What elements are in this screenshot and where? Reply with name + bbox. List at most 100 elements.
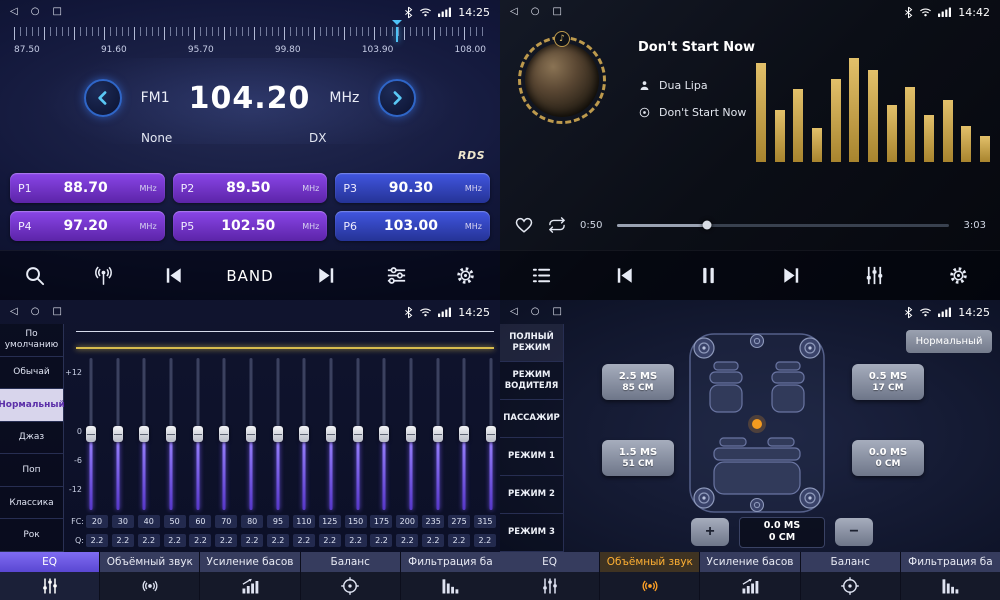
tab-surround[interactable]: Объёмный звук	[100, 552, 200, 600]
eq-preset-item-0[interactable]: По умолчанию	[0, 324, 63, 357]
eq-preset-item-2[interactable]: Нормальный	[0, 389, 63, 422]
slider-handle[interactable]	[326, 426, 336, 442]
frequency-ruler[interactable]: 87.5091.6095.7099.80103.90108.00	[14, 27, 486, 63]
eq-preset-item-4[interactable]: Поп	[0, 454, 63, 487]
band-q-value[interactable]: 2.2	[319, 534, 341, 547]
home-icon[interactable]: ○	[31, 307, 40, 317]
back-icon[interactable]: ◁	[510, 7, 518, 17]
band-q-value[interactable]: 2.2	[422, 534, 444, 547]
slider-handle[interactable]	[273, 426, 283, 442]
band-q-value[interactable]: 2.2	[396, 534, 418, 547]
surround-mode-item-3[interactable]: РЕЖИМ 1	[500, 438, 563, 476]
band-q-value[interactable]: 2.2	[189, 534, 211, 547]
eq-preset-item-5[interactable]: Классика	[0, 487, 63, 520]
eq-band-slider-200[interactable]	[406, 358, 416, 510]
delay-decrease-button[interactable]: −	[835, 518, 873, 546]
seek-next-button[interactable]	[305, 256, 349, 296]
slider-handle[interactable]	[113, 426, 123, 442]
settings-button[interactable]	[443, 256, 487, 296]
tab-bass-boost[interactable]: Усиление басов	[700, 552, 800, 600]
eq-band-slider-20[interactable]	[86, 358, 96, 510]
preset-p4[interactable]: P497.20MHz	[10, 211, 165, 241]
home-icon[interactable]: ○	[31, 7, 40, 17]
slider-handle[interactable]	[219, 426, 229, 442]
rear-left-delay-button[interactable]: 1.5 MS 51 CM	[602, 440, 674, 476]
band-frequency-value[interactable]: 50	[164, 515, 186, 528]
eq-band-slider-80[interactable]	[246, 358, 256, 510]
recents-icon[interactable]: □	[552, 7, 561, 17]
band-q-value[interactable]: 2.2	[293, 534, 315, 547]
band-q-value[interactable]: 2.2	[370, 534, 392, 547]
slider-handle[interactable]	[406, 426, 416, 442]
tab-bass-boost[interactable]: Усиление басов	[200, 552, 300, 600]
band-frequency-value[interactable]: 95	[267, 515, 289, 528]
back-icon[interactable]: ◁	[510, 307, 518, 317]
eq-band-slider-175[interactable]	[379, 358, 389, 510]
band-frequency-value[interactable]: 275	[448, 515, 470, 528]
eq-preset-item-1[interactable]: Обычай	[0, 357, 63, 390]
eq-band-slider-40[interactable]	[139, 358, 149, 510]
front-right-delay-button[interactable]: 0.5 MS 17 CM	[852, 364, 924, 400]
band-frequency-value[interactable]: 125	[319, 515, 341, 528]
band-frequency-value[interactable]: 110	[293, 515, 315, 528]
slider-handle[interactable]	[139, 426, 149, 442]
tab-filter[interactable]: Фильтрация ба	[401, 552, 500, 600]
seek-previous-button[interactable]	[151, 256, 195, 296]
slider-handle[interactable]	[353, 426, 363, 442]
band-frequency-value[interactable]: 200	[396, 515, 418, 528]
tab-filter[interactable]: Фильтрация ба	[901, 552, 1000, 600]
scan-button[interactable]	[13, 256, 57, 296]
band-frequency-value[interactable]: 70	[215, 515, 237, 528]
preset-p1[interactable]: P188.70MHz	[10, 173, 165, 203]
preset-p3[interactable]: P390.30MHz	[335, 173, 490, 203]
surround-mode-item-1[interactable]: РЕЖИМ ВОДИТЕЛЯ	[500, 362, 563, 400]
slider-handle[interactable]	[379, 426, 389, 442]
eq-preset-item-3[interactable]: Джаз	[0, 422, 63, 455]
band-frequency-value[interactable]: 40	[138, 515, 160, 528]
slider-handle[interactable]	[246, 426, 256, 442]
next-track-button[interactable]	[770, 256, 814, 296]
band-frequency-value[interactable]: 235	[422, 515, 444, 528]
eq-band-slider-315[interactable]	[486, 358, 496, 510]
repeat-button[interactable]	[547, 214, 569, 236]
band-frequency-value[interactable]: 175	[370, 515, 392, 528]
tune-down-button[interactable]	[84, 79, 122, 117]
preset-p6[interactable]: P6103.00MHz	[335, 211, 490, 241]
playlist-button[interactable]	[520, 256, 564, 296]
band-button[interactable]: BAND	[220, 256, 279, 296]
sound-profile-button[interactable]: Нормальный	[906, 330, 992, 353]
surround-mode-item-2[interactable]: ПАССАЖИР	[500, 400, 563, 438]
band-frequency-value[interactable]: 150	[345, 515, 367, 528]
seek-bar[interactable]	[617, 224, 949, 227]
band-q-value[interactable]: 2.2	[474, 534, 496, 547]
pause-button[interactable]	[686, 256, 730, 296]
eq-band-slider-125[interactable]	[326, 358, 336, 510]
eq-band-slider-275[interactable]	[459, 358, 469, 510]
band-frequency-value[interactable]: 60	[189, 515, 211, 528]
previous-track-button[interactable]	[603, 256, 647, 296]
surround-mode-item-4[interactable]: РЕЖИМ 2	[500, 476, 563, 514]
band-q-value[interactable]: 2.2	[112, 534, 134, 547]
recents-icon[interactable]: □	[52, 7, 61, 17]
band-q-value[interactable]: 2.2	[241, 534, 263, 547]
seek-bar-knob[interactable]	[702, 221, 711, 230]
mixer-button[interactable]	[853, 256, 897, 296]
eq-band-slider-70[interactable]	[219, 358, 229, 510]
surround-mode-item-5[interactable]: РЕЖИМ 3	[500, 514, 563, 552]
tab-balance[interactable]: Баланс	[301, 552, 401, 600]
slider-handle[interactable]	[193, 426, 203, 442]
band-q-value[interactable]: 2.2	[86, 534, 108, 547]
surround-mode-item-0[interactable]: ПОЛНЫЙ РЕЖИМ	[500, 324, 563, 362]
eq-band-slider-30[interactable]	[113, 358, 123, 510]
band-q-value[interactable]: 2.2	[215, 534, 237, 547]
eq-band-slider-235[interactable]	[433, 358, 443, 510]
band-q-value[interactable]: 2.2	[164, 534, 186, 547]
tab-eq[interactable]: EQ	[500, 552, 600, 600]
broadcast-button[interactable]	[82, 256, 126, 296]
back-icon[interactable]: ◁	[10, 7, 18, 17]
tab-eq[interactable]: EQ	[0, 552, 100, 600]
recents-icon[interactable]: □	[552, 307, 561, 317]
eq-band-slider-110[interactable]	[299, 358, 309, 510]
tune-up-button[interactable]	[378, 79, 416, 117]
tab-balance[interactable]: Баланс	[801, 552, 901, 600]
